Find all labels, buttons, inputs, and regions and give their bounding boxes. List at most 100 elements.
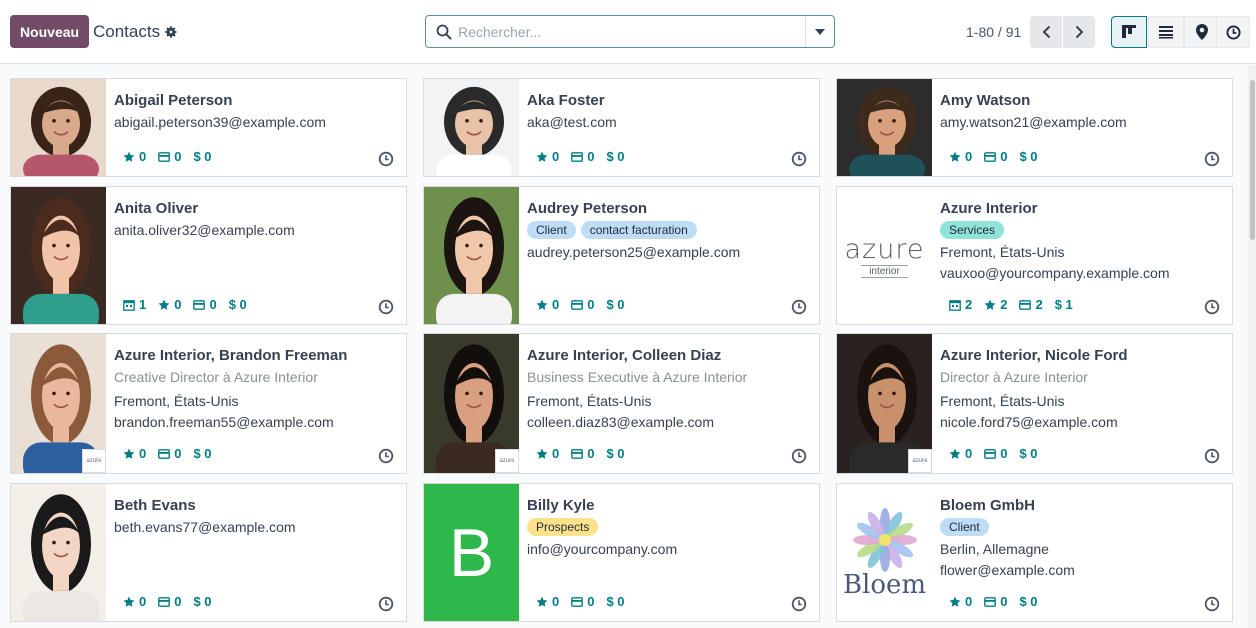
opportunities-stat[interactable]: 0 (536, 594, 559, 609)
invoices-stat[interactable]: 0 (158, 446, 181, 461)
sales-stat[interactable]: $ 0 (193, 446, 211, 461)
contact-card[interactable]: Aka Foster aka@test.com 0 0 $ 0 (423, 78, 820, 177)
opportunities-stat[interactable]: 0 (949, 594, 972, 609)
contact-card[interactable]: Bloem Bloem GmbH Client Berlin, Allemagn… (836, 483, 1233, 622)
opportunities-stat[interactable]: 0 (536, 446, 559, 461)
contact-card[interactable]: Amy Watson amy.watson21@example.com 0 0 $ … (836, 78, 1233, 177)
sales-stat[interactable]: $ 0 (193, 149, 211, 164)
activity-clock-icon[interactable] (791, 596, 807, 612)
sales-stat[interactable]: $ 0 (1019, 446, 1037, 461)
invoices-stat[interactable]: 0 (571, 149, 594, 164)
invoices-stat-value: 0 (174, 594, 182, 609)
invoices-stat[interactable]: 0 (984, 149, 1007, 164)
invoices-stat[interactable]: 0 (571, 594, 594, 609)
invoices-stat[interactable]: 0 (984, 594, 1007, 609)
view-kanban-button[interactable] (1111, 16, 1147, 48)
invoice-card-icon (1019, 299, 1032, 310)
meetings-stat[interactable]: 2 (949, 297, 972, 312)
activity-clock-icon[interactable] (1204, 596, 1220, 612)
activity-clock-icon[interactable] (791, 448, 807, 464)
sales-stat-value: $ 0 (606, 446, 625, 461)
activity-clock-icon[interactable] (1204, 299, 1220, 315)
opportunities-stat[interactable]: 0 (123, 446, 146, 461)
sales-stat[interactable]: $ 0 (606, 297, 624, 312)
opportunities-stat[interactable]: 0 (158, 297, 181, 312)
tag-badge: Prospects (527, 518, 599, 536)
scrollbar-thumb[interactable] (1250, 80, 1255, 240)
opportunities-stat[interactable]: 0 (123, 594, 146, 609)
contact-card[interactable]: Beth Evans beth.evans77@example.com 0 0 $ … (10, 483, 407, 622)
sales-stat[interactable]: $ 0 (606, 446, 624, 461)
sales-stat-value: $ 0 (606, 297, 625, 312)
opportunities-stat[interactable]: 0 (536, 297, 559, 312)
search-input[interactable] (458, 17, 798, 46)
invoices-stat[interactable]: 0 (193, 297, 217, 312)
contact-card[interactable]: Anita Oliver anita.oliver32@example.com … (10, 186, 407, 325)
gear-icon[interactable] (164, 25, 178, 39)
new-button[interactable]: Nouveau (10, 15, 89, 48)
sales-stat[interactable]: $ 1 (1055, 297, 1073, 312)
search-options-toggle[interactable] (805, 16, 834, 47)
activity-clock-icon[interactable] (791, 299, 807, 315)
invoices-stat[interactable]: 0 (571, 297, 594, 312)
pager-value[interactable]: 1-80 / 91 (966, 24, 1021, 40)
company-badge-text: azure (499, 458, 515, 464)
contact-card[interactable]: azure Azure Interior, Nicole Ford Direct… (836, 333, 1233, 474)
contact-email: aka@test.com (527, 114, 617, 130)
sales-stat[interactable]: $ 0 (1019, 149, 1037, 164)
opportunities-stat-value: 0 (965, 446, 973, 461)
contact-avatar: azure (11, 334, 106, 473)
pager-previous-button[interactable] (1030, 16, 1062, 48)
opportunities-stat-value: 0 (552, 446, 560, 461)
invoices-stat[interactable]: 2 (1019, 297, 1043, 312)
meetings-stat[interactable]: 1 (123, 297, 146, 312)
sales-stat[interactable]: $ 0 (229, 297, 247, 312)
opportunities-stat-value: 0 (552, 297, 560, 312)
sales-stat[interactable]: $ 0 (606, 594, 624, 609)
activity-clock-icon[interactable] (1204, 151, 1220, 167)
company-logo: azure interior (837, 187, 932, 324)
contact-avatar: Bloem (837, 484, 932, 621)
contact-stats: 0 0 $ 0 (949, 594, 1050, 609)
contact-card[interactable]: Audrey Peterson Client contact facturatio… (423, 186, 820, 325)
opportunities-stat[interactable]: 0 (949, 446, 972, 461)
meetings-stat-value: 2 (965, 297, 973, 312)
invoices-stat-value: 0 (174, 149, 182, 164)
contact-avatar (11, 79, 106, 176)
sales-stat-value: $ 0 (193, 594, 212, 609)
contact-card[interactable]: Abigail Peterson abigail.peterson39@exam… (10, 78, 407, 177)
invoices-stat[interactable]: 0 (571, 446, 594, 461)
activity-clock-icon[interactable] (1204, 448, 1220, 464)
search-icon (436, 24, 452, 40)
contact-email: amy.watson21@example.com (940, 114, 1127, 130)
sales-stat[interactable]: $ 0 (1019, 594, 1037, 609)
activity-clock-icon[interactable] (791, 151, 807, 167)
view-list-button[interactable] (1148, 16, 1184, 48)
pager-next-button[interactable] (1063, 16, 1095, 48)
opportunities-stat[interactable]: 2 (984, 297, 1007, 312)
view-map-button[interactable] (1184, 16, 1220, 48)
activity-clock-icon[interactable] (378, 596, 394, 612)
sales-stat-value: $ 0 (1019, 594, 1038, 609)
contact-card[interactable]: azure Azure Interior, Colleen Diaz Busin… (423, 333, 820, 474)
sales-stat[interactable]: $ 0 (193, 594, 211, 609)
contact-stats: 0 0 $ 0 (536, 297, 637, 312)
contact-avatar: azure interior (837, 187, 932, 324)
contact-card[interactable]: azure interior Azure Interior Services Fr… (836, 186, 1233, 325)
invoices-stat-value: 0 (587, 149, 595, 164)
contact-card[interactable]: B Billy Kyle Prospects info@yourcompany.… (423, 483, 820, 622)
invoice-card-icon (571, 151, 584, 162)
opportunities-stat[interactable]: 0 (536, 149, 559, 164)
invoices-stat[interactable]: 0 (158, 594, 181, 609)
invoices-stat[interactable]: 0 (984, 446, 1007, 461)
view-activity-button[interactable] (1216, 16, 1250, 48)
opportunities-stat[interactable]: 0 (123, 149, 146, 164)
contact-card[interactable]: azure Azure Interior, Brandon Freeman Cr… (10, 333, 407, 474)
sales-stat[interactable]: $ 0 (606, 149, 624, 164)
activity-clock-icon[interactable] (378, 151, 394, 167)
opportunities-stat[interactable]: 0 (949, 149, 972, 164)
invoices-stat[interactable]: 0 (158, 149, 181, 164)
activity-clock-icon[interactable] (378, 448, 394, 464)
portrait-image (424, 187, 519, 324)
activity-clock-icon[interactable] (378, 299, 394, 315)
